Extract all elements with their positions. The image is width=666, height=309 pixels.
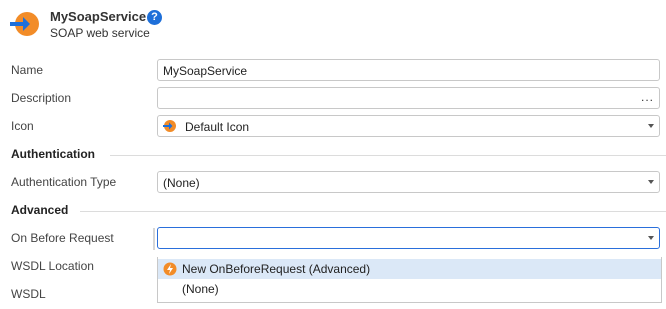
- description-input[interactable]: ...: [157, 87, 660, 109]
- service-title: MySoapService: [50, 9, 147, 24]
- service-subtitle: SOAP web service: [50, 26, 150, 40]
- dropdown-option-label: (None): [182, 282, 219, 296]
- dropdown-option-new[interactable]: New OnBeforeRequest (Advanced): [158, 259, 661, 279]
- authentication-type-row: Authentication Type (None): [0, 169, 666, 197]
- icon-label: Icon: [11, 119, 34, 133]
- authentication-type-label: Authentication Type: [11, 175, 117, 189]
- dropdown-option-none[interactable]: (None): [158, 279, 661, 299]
- icon-value: Default Icon: [185, 120, 250, 134]
- wsdl-location-label: WSDL Location: [11, 259, 94, 273]
- name-row: Name MySoapService: [0, 57, 666, 85]
- authentication-section-title: Authentication: [11, 147, 95, 161]
- on-before-request-select[interactable]: [157, 227, 660, 249]
- description-label: Description: [11, 91, 72, 105]
- on-before-request-row: On Before Request: [0, 225, 666, 253]
- properties-header: MySoapService ? SOAP web service: [0, 0, 666, 47]
- lightning-icon: [163, 262, 177, 276]
- icon-select[interactable]: Default Icon: [157, 115, 660, 137]
- authentication-type-value: (None): [163, 176, 200, 190]
- name-input[interactable]: MySoapService: [157, 59, 660, 81]
- default-icon-icon: [163, 120, 176, 132]
- description-row: Description ...: [0, 85, 666, 113]
- name-label: Name: [11, 63, 44, 77]
- help-icon[interactable]: ?: [147, 10, 162, 25]
- soap-service-icon: [10, 12, 39, 36]
- field-marker: [153, 228, 155, 250]
- section-divider: [110, 155, 666, 156]
- chevron-down-icon: [648, 236, 654, 240]
- wsdl-label: WSDL: [11, 287, 46, 301]
- chevron-down-icon: [648, 124, 654, 128]
- advanced-section-title: Advanced: [11, 203, 69, 217]
- on-before-request-label: On Before Request: [11, 231, 114, 245]
- name-value: MySoapService: [163, 64, 248, 78]
- authentication-type-select[interactable]: (None): [157, 171, 660, 193]
- icon-row: Icon Default Icon: [0, 113, 666, 141]
- description-more-button[interactable]: ...: [641, 90, 654, 104]
- chevron-down-icon: [648, 180, 654, 184]
- section-divider: [80, 211, 666, 212]
- on-before-request-dropdown: New OnBeforeRequest (Advanced) (None): [157, 257, 662, 303]
- dropdown-option-label: New OnBeforeRequest (Advanced): [182, 262, 371, 276]
